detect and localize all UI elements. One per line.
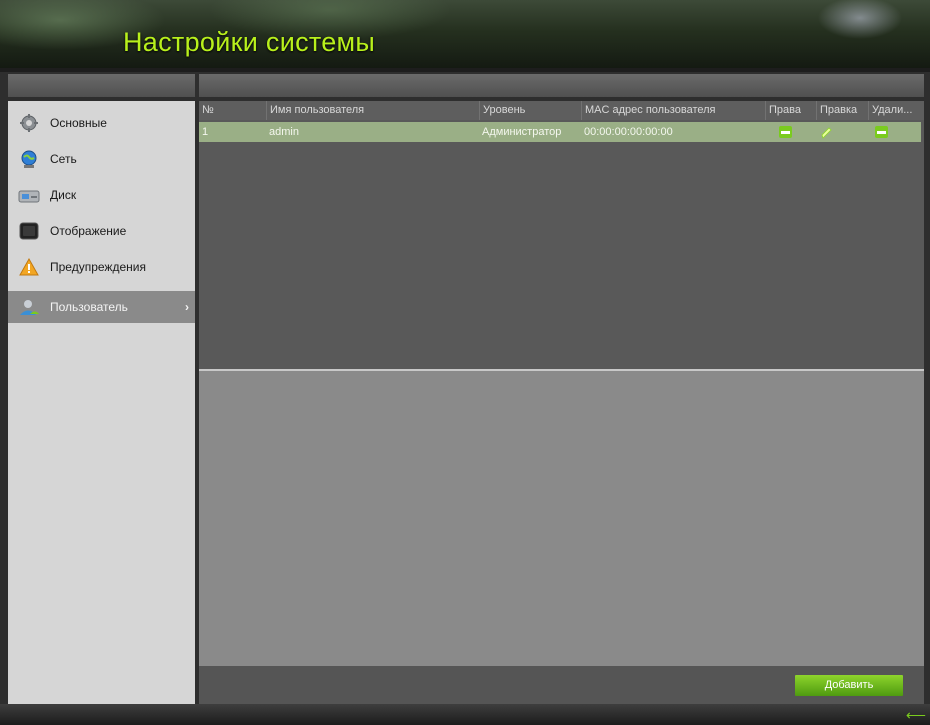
sidebar-item-disk[interactable]: Диск <box>8 179 195 211</box>
sidebar-item-alerts[interactable]: Предупреждения <box>8 251 195 283</box>
sidebar-item-label: Сеть <box>50 152 77 166</box>
warning-icon <box>18 257 40 277</box>
user-table: № Имя пользователя Уровень MAC адрес пол… <box>199 101 924 369</box>
sidebar-item-label: Диск <box>50 188 77 202</box>
chevron-right-icon: › <box>185 300 189 314</box>
user-icon <box>18 297 40 317</box>
header-banner: Настройки системы <box>0 0 930 68</box>
column-header-edit[interactable]: Правка <box>816 101 868 120</box>
table-header: № Имя пользователя Уровень MAC адрес пол… <box>199 101 924 120</box>
sidebar-item-user[interactable]: Пользователь › <box>8 291 195 323</box>
column-header-num[interactable]: № <box>199 101 266 120</box>
back-arrow-icon[interactable]: ⟵ <box>906 707 926 724</box>
cell-username: admin <box>269 126 299 138</box>
hard-disk-icon <box>18 185 40 205</box>
monitor-icon <box>18 221 40 241</box>
edit-button[interactable] <box>820 126 834 139</box>
header-divider <box>0 68 930 72</box>
sidebar: Основные Сеть Диск Отображение Предупреж… <box>8 101 195 704</box>
minus-icon <box>877 130 886 134</box>
table-row[interactable]: 1 admin Администратор 00:00:00:00:00:00 <box>199 122 921 142</box>
column-header-username[interactable]: Имя пользователя <box>266 101 479 120</box>
sidebar-item-display[interactable]: Отображение <box>8 215 195 247</box>
rights-button[interactable] <box>779 126 792 138</box>
sidebar-header-bar <box>8 74 195 97</box>
footer-bar: Добавить <box>199 666 924 704</box>
column-header-rights[interactable]: Права <box>765 101 816 120</box>
column-header-mac[interactable]: MAC адрес пользователя <box>581 101 765 120</box>
sidebar-item-label: Пользователь <box>50 300 128 314</box>
column-header-delete[interactable]: Удали... <box>868 101 921 120</box>
page-title: Настройки системы <box>123 27 376 57</box>
column-header-level[interactable]: Уровень <box>479 101 581 120</box>
sidebar-item-label: Основные <box>50 116 107 130</box>
minus-icon <box>781 130 790 134</box>
pencil-icon <box>821 127 832 139</box>
add-user-button[interactable]: Добавить <box>795 675 903 696</box>
sidebar-item-label: Отображение <box>50 224 127 238</box>
cell-num: 1 <box>202 126 209 138</box>
details-panel <box>199 371 924 666</box>
delete-button[interactable] <box>875 126 888 138</box>
sidebar-item-label: Предупреждения <box>50 260 146 274</box>
cell-level: Администратор <box>482 126 562 138</box>
network-globe-icon <box>18 149 40 169</box>
status-bar: ⟵ <box>0 704 930 725</box>
gear-icon <box>18 113 40 133</box>
sidebar-item-general[interactable]: Основные <box>8 107 195 139</box>
cell-mac: 00:00:00:00:00:00 <box>584 126 673 138</box>
sidebar-item-network[interactable]: Сеть <box>8 143 195 175</box>
main-header-bar <box>199 74 924 97</box>
